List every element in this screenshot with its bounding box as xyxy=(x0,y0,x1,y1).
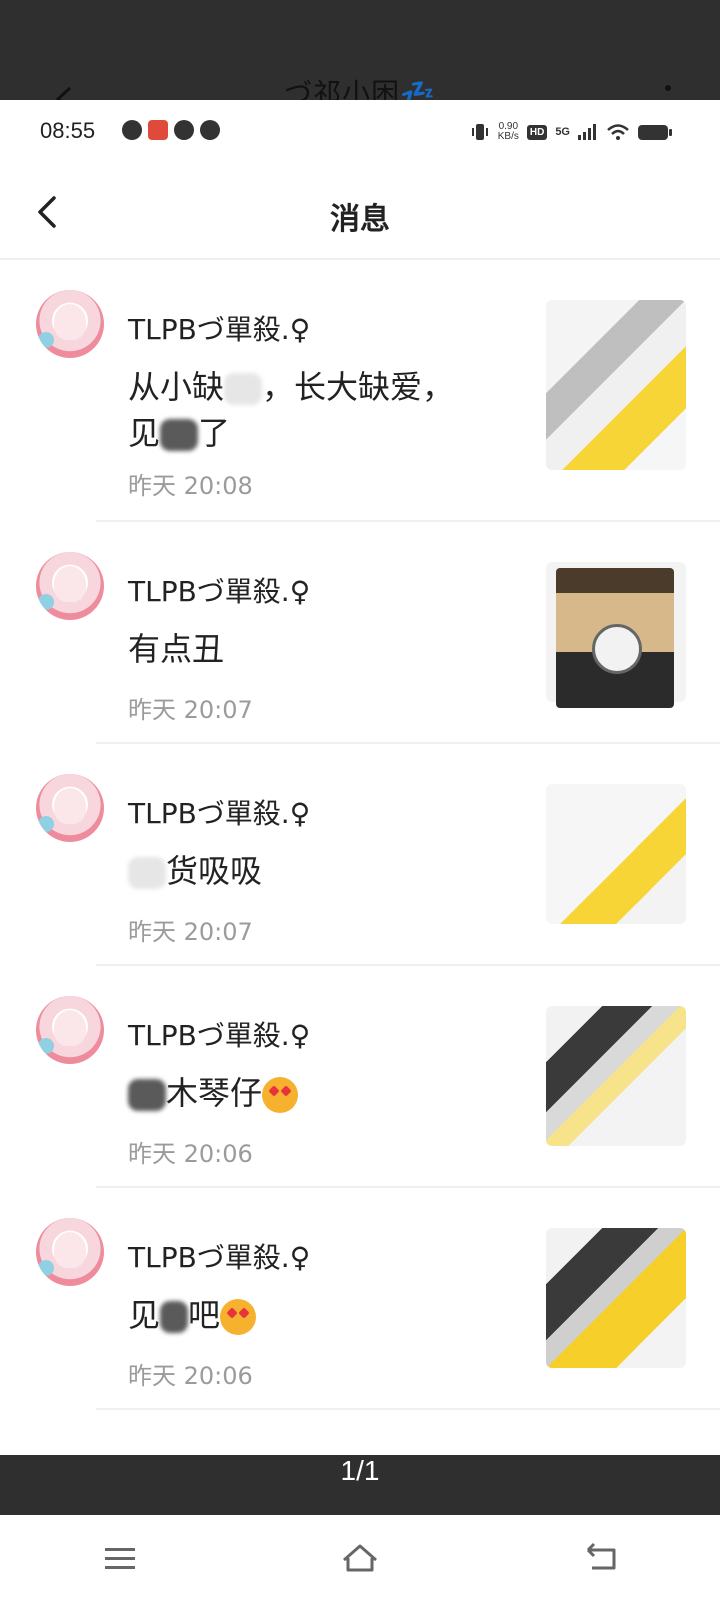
list-item[interactable]: TLPBづ單殺.♀ 货吸吸 昨天 20:07 xyxy=(0,744,720,966)
message-time: 昨天 20:06 xyxy=(128,1140,253,1168)
system-nav-bar xyxy=(0,1515,720,1600)
menu-icon[interactable] xyxy=(90,1538,150,1578)
page-title: 消息 xyxy=(330,202,390,237)
blurred-text xyxy=(160,419,199,451)
heart-eyes-emoji-icon xyxy=(262,1077,299,1113)
message-list: TLPBづ單殺.♀ 从小缺 ，长大缺爱，见了 昨天 20:08 TLPBづ單殺.♀… xyxy=(0,260,720,1410)
blurred-text xyxy=(128,1079,166,1111)
message-time: 昨天 20:06 xyxy=(128,1362,253,1390)
back-nav-icon[interactable] xyxy=(570,1538,630,1578)
message-text: 见吧 xyxy=(128,1292,478,1338)
avatar[interactable] xyxy=(36,1218,104,1286)
wifi-icon xyxy=(607,124,629,140)
post-thumbnail[interactable] xyxy=(546,1006,686,1146)
message-time: 昨天 20:07 xyxy=(128,696,253,724)
hd-badge: HD xyxy=(526,124,548,140)
sender-name: TLPBづ單殺.♀ xyxy=(128,797,311,830)
avatar[interactable] xyxy=(36,290,104,358)
thumbnail-character xyxy=(592,624,642,674)
message-text: 木琴仔 xyxy=(128,1070,478,1116)
list-item[interactable]: TLPBづ單殺.♀ 有点丑 昨天 20:07 xyxy=(0,522,720,744)
blurred-text xyxy=(160,1301,189,1333)
avatar[interactable] xyxy=(36,774,104,842)
sender-name: TLPBづ單殺.♀ xyxy=(128,575,311,608)
fan-icon xyxy=(174,120,194,140)
page-indicator: 1/1 xyxy=(340,1455,380,1486)
message-text: 有点丑 xyxy=(128,630,225,668)
sender-name: TLPBづ單殺.♀ xyxy=(128,1241,311,1274)
chat-bubble-icon xyxy=(200,120,220,140)
list-item[interactable]: TLPBづ單殺.♀ 木琴仔 昨天 20:06 xyxy=(0,966,720,1188)
net-speed-unit: KB/s xyxy=(497,131,519,142)
post-thumbnail[interactable] xyxy=(546,562,686,708)
status-time: 08:55 xyxy=(40,118,96,143)
message-time: 昨天 20:08 xyxy=(128,472,253,500)
list-item[interactable]: TLPBづ單殺.♀ 见吧 昨天 20:06 xyxy=(0,1188,720,1410)
blurred-text xyxy=(128,857,166,889)
app-icon xyxy=(122,120,142,140)
sender-name: TLPBづ單殺.♀ xyxy=(128,1019,311,1052)
message-text: 从小缺 ，长大缺爱，见了 xyxy=(128,364,478,456)
heart-eyes-emoji-icon xyxy=(220,1299,257,1335)
thumbnail-image xyxy=(556,568,674,708)
network-type: 5G xyxy=(555,126,570,138)
net-speed: 0.90 KB/s xyxy=(498,122,519,142)
home-icon[interactable] xyxy=(330,1538,390,1578)
list-item[interactable]: TLPBづ單殺.♀ 从小缺 ，长大缺爱，见了 昨天 20:08 xyxy=(0,260,720,522)
messages-panel: 08:55 0.90 KB/s HD 5G 消息 TLPBづ單殺.♀ 从小缺 ，… xyxy=(0,100,720,1455)
vibrate-icon xyxy=(471,124,488,140)
status-icons-right: 0.90 KB/s HD 5G xyxy=(470,122,672,142)
message-time: 昨天 20:07 xyxy=(128,918,253,946)
sender-name: TLPBづ單殺.♀ xyxy=(128,313,311,346)
post-thumbnail[interactable] xyxy=(546,300,686,470)
post-thumbnail[interactable] xyxy=(546,784,686,924)
message-text: 货吸吸 xyxy=(128,848,478,894)
post-thumbnail[interactable] xyxy=(546,1228,686,1368)
status-icons-left xyxy=(122,120,220,140)
message-text-part: 从小缺 xyxy=(128,368,225,406)
avatar[interactable] xyxy=(36,996,104,1064)
status-bar: 08:55 0.90 KB/s HD 5G xyxy=(0,100,720,166)
message-text-part: 了 xyxy=(198,414,231,452)
battery-icon xyxy=(638,124,672,140)
message-text-part: 木琴仔 xyxy=(166,1074,263,1112)
avatar[interactable] xyxy=(36,552,104,620)
message-text-part: 吧 xyxy=(188,1296,221,1334)
message-text-part: 货吸吸 xyxy=(166,852,263,890)
message-text-part: 见 xyxy=(128,1296,161,1334)
header: 消息 xyxy=(0,166,720,260)
shopping-bag-icon xyxy=(148,120,168,140)
blurred-text xyxy=(224,373,263,405)
signal-icon xyxy=(578,124,596,140)
